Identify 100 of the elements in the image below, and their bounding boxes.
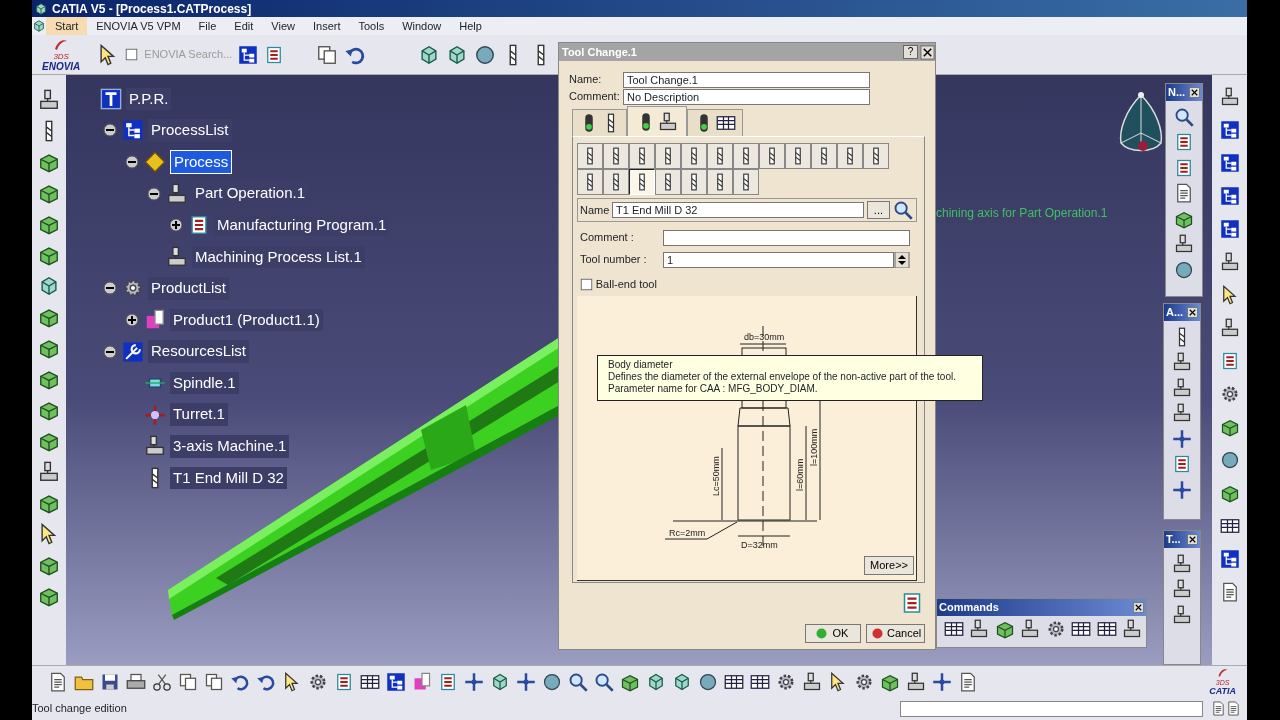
tree-item[interactable]: ResourcesList	[148, 340, 250, 363]
machine-icon[interactable]	[1172, 352, 1192, 372]
printer-icon[interactable]	[126, 671, 146, 692]
sphere-icon[interactable]	[1219, 450, 1240, 470]
document-icon[interactable]	[1226, 701, 1241, 716]
more-button[interactable]: More>>	[864, 556, 914, 575]
machine-icon[interactable]	[906, 671, 926, 692]
collapse-icon[interactable]	[102, 343, 118, 360]
collapse-icon[interactable]	[102, 280, 118, 297]
list-icon[interactable]	[334, 671, 354, 692]
tool-type-button[interactable]	[811, 143, 837, 169]
tool-type-button[interactable]	[759, 143, 785, 169]
move-icon[interactable]	[1172, 479, 1192, 500]
sphere-icon[interactable]	[1174, 259, 1194, 280]
hierarchy-icon[interactable]	[1219, 120, 1240, 140]
tool-type-button[interactable]	[577, 169, 603, 195]
close-icon[interactable]	[1187, 307, 1198, 318]
machine-icon[interactable]	[1172, 553, 1192, 574]
tool-comment-field[interactable]	[663, 229, 910, 246]
sphere-icon[interactable]	[474, 43, 497, 66]
tool-type-button[interactable]	[629, 143, 655, 169]
sphere-icon[interactable]	[542, 671, 562, 692]
tree-item[interactable]: 3-axis Machine.1	[170, 435, 290, 458]
move-icon[interactable]	[516, 671, 536, 692]
collapse-icon[interactable]	[102, 122, 118, 139]
tree-item[interactable]: ProcessList	[148, 119, 232, 142]
machine-icon[interactable]	[1172, 377, 1192, 398]
tree-item[interactable]: ProductList	[148, 277, 230, 300]
sphere-icon[interactable]	[698, 671, 718, 692]
close-icon[interactable]	[920, 44, 935, 60]
tool-number-field[interactable]: 1	[663, 251, 894, 268]
document-icon[interactable]	[1211, 701, 1226, 716]
tree-item[interactable]: T1 End Mill D 32	[170, 466, 287, 490]
tool-type-button[interactable]	[681, 169, 707, 195]
copy-icon[interactable]	[316, 43, 339, 66]
copy-icon[interactable]	[204, 671, 224, 692]
cube-icon[interactable]	[646, 671, 666, 692]
machine-icon[interactable]	[1172, 579, 1192, 599]
menu-item[interactable]: Window	[393, 16, 451, 36]
machine-icon[interactable]	[1122, 618, 1143, 639]
cube-icon[interactable]	[490, 671, 510, 692]
hierarchy-icon[interactable]	[1219, 219, 1240, 239]
comment-field[interactable]: No Description	[623, 88, 870, 105]
tab[interactable]	[572, 109, 627, 136]
zoom-icon[interactable]	[568, 671, 588, 692]
tool-type-button[interactable]	[577, 143, 603, 169]
menu-item[interactable]: Edit	[225, 16, 263, 36]
machine-icon[interactable]	[38, 89, 60, 111]
tree-item[interactable]: Process	[170, 149, 233, 175]
zoom-icon[interactable]	[892, 200, 913, 220]
spinner-icon[interactable]	[894, 251, 910, 268]
cut-icon[interactable]	[152, 671, 172, 692]
hierarchy-icon[interactable]	[1219, 186, 1240, 206]
hierarchy-icon[interactable]	[1219, 153, 1240, 173]
tool-type-button[interactable]	[629, 169, 655, 195]
block-icon[interactable]	[1219, 417, 1240, 437]
zoom-icon[interactable]	[594, 671, 614, 692]
tool-type-button[interactable]	[603, 169, 629, 195]
close-icon[interactable]	[1133, 602, 1144, 613]
tree-item[interactable]: Product1 (Product1.1)	[170, 308, 323, 332]
expand-icon[interactable]	[124, 311, 140, 328]
list-icon[interactable]	[1174, 157, 1194, 178]
ok-button[interactable]: OK	[804, 624, 861, 643]
collapse-icon[interactable]	[146, 185, 162, 202]
tab[interactable]	[627, 106, 687, 136]
document-icon[interactable]	[1174, 183, 1194, 203]
machine-icon[interactable]	[38, 461, 60, 483]
tool-type-button[interactable]	[681, 143, 707, 169]
tool-type-button[interactable]	[733, 169, 759, 195]
machine-icon[interactable]	[1219, 318, 1240, 338]
cube-icon[interactable]	[38, 275, 60, 297]
machine-icon[interactable]	[1020, 618, 1041, 639]
close-icon[interactable]	[1189, 87, 1200, 98]
tree-item[interactable]: Turret.1	[170, 403, 228, 426]
cube-icon[interactable]	[32, 19, 46, 33]
tool-type-button[interactable]	[733, 143, 759, 169]
tool-type-button[interactable]	[785, 143, 811, 169]
part-icon[interactable]	[412, 671, 432, 692]
document-icon[interactable]	[48, 671, 68, 692]
browse-button[interactable]: ...	[866, 201, 890, 219]
tree-item[interactable]: P.P.R.	[126, 87, 172, 111]
collapse-icon[interactable]	[124, 154, 140, 170]
tool-type-button[interactable]	[707, 169, 733, 195]
expand-icon[interactable]	[168, 217, 184, 234]
tool-name-field[interactable]: T1 End Mill D 32	[612, 202, 865, 218]
tool-type-button[interactable]	[655, 169, 681, 195]
machine-icon[interactable]	[1219, 252, 1240, 272]
cube-icon[interactable]	[672, 671, 692, 692]
list-icon[interactable]	[1174, 132, 1194, 152]
block-icon[interactable]	[1219, 483, 1240, 503]
menu-item[interactable]: Insert	[303, 16, 350, 36]
tool-type-button[interactable]	[603, 143, 629, 169]
cancel-button[interactable]: Cancel	[866, 624, 925, 643]
hierarchy-icon[interactable]	[238, 44, 259, 65]
hierarchy-icon[interactable]	[386, 671, 406, 692]
zoom-icon[interactable]	[1174, 106, 1194, 127]
machine-icon[interactable]	[1172, 604, 1192, 625]
tree-item[interactable]: Spindle.1	[170, 371, 239, 395]
move-icon[interactable]	[932, 671, 952, 692]
tool-type-button[interactable]	[837, 143, 863, 169]
